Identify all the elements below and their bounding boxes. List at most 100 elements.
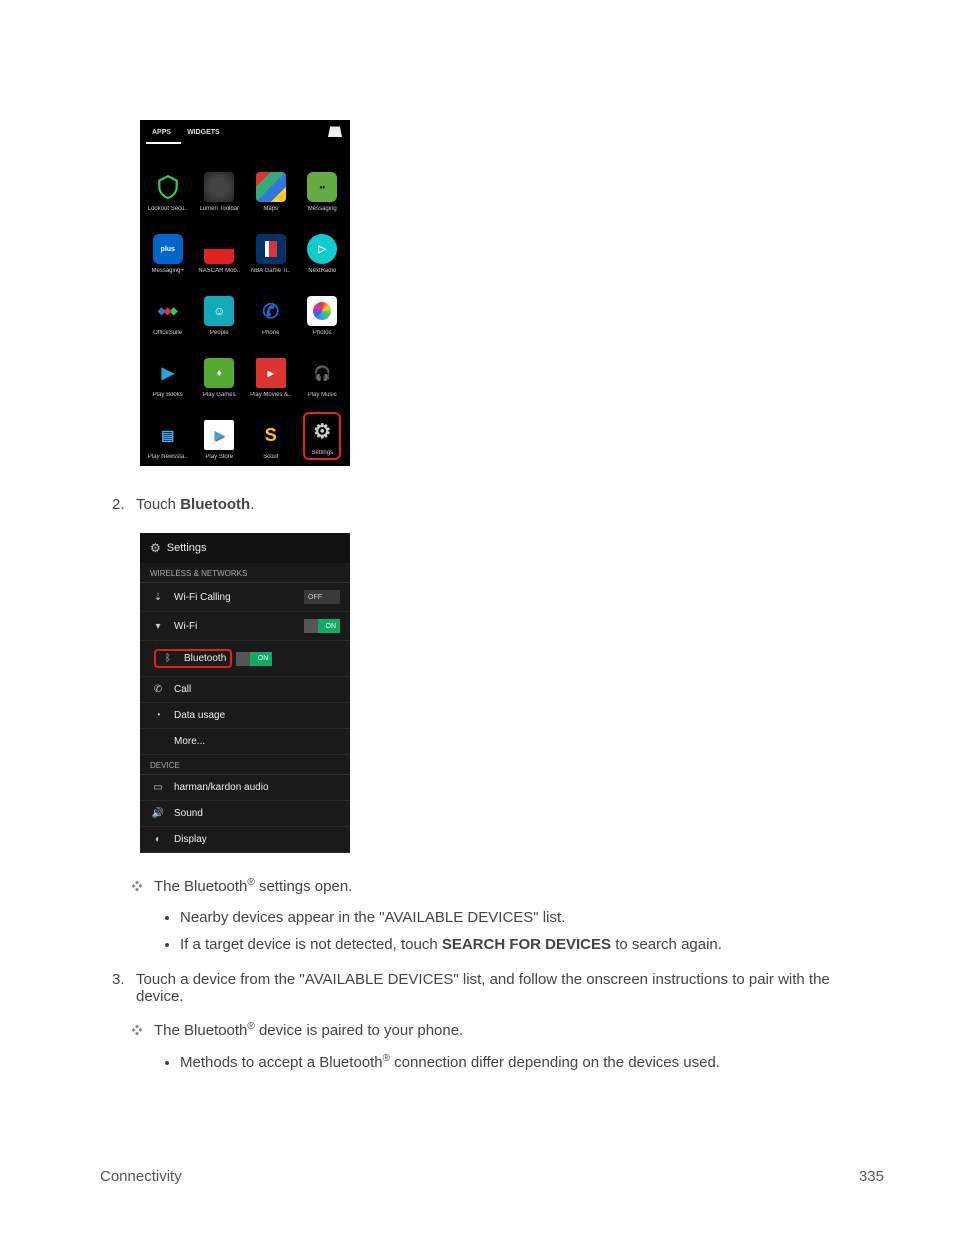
toggle-wi-fi-calling[interactable]: OFF [304, 590, 340, 604]
playmusic-icon [307, 358, 337, 388]
settings-row-more-[interactable]: More... [140, 729, 350, 755]
playmovies-icon [256, 358, 286, 388]
app-lookout-secu-[interactable]: Lookout Secu.. [142, 150, 194, 212]
row-label: Call [174, 684, 340, 695]
step-3-text: Touch a device from the "AVAILABLE DEVIC… [136, 971, 880, 1005]
lumen-icon [204, 172, 234, 202]
settings-screenshot: ⚙ Settings WIRELESS & NETWORKS ⇣Wi-Fi Ca… [140, 533, 350, 853]
app-play-books[interactable]: Play Books [142, 336, 194, 398]
playgames-icon [204, 358, 234, 388]
play-store-bag-icon[interactable] [328, 123, 342, 137]
result-2: The Bluetooth® device is paired to your … [130, 1021, 880, 1041]
nascar-icon [204, 234, 234, 264]
messaging-icon [307, 172, 337, 202]
step-2-text-post: . [250, 496, 254, 513]
step-3: 3. Touch a device from the "AVAILABLE DE… [112, 971, 880, 1005]
app-photos[interactable]: Photos [297, 274, 349, 336]
app-label: Play Newssta.. [148, 454, 188, 460]
hk-icon: ▭ [150, 782, 166, 793]
bt-icon: ᛒ [160, 653, 176, 664]
playstore-icon [204, 420, 234, 450]
ph-icon: ✆ [150, 684, 166, 695]
gear-icon: ⚙ [150, 541, 161, 555]
diamond-bullet-icon [130, 1023, 148, 1041]
row-label: Wi-Fi Calling [174, 592, 304, 603]
step-2-text-pre: Touch [136, 496, 180, 513]
row-label: Wi-Fi [174, 621, 304, 632]
app-label: Play Store [205, 454, 233, 460]
app-play-movies-[interactable]: Play Movies &.. [245, 336, 297, 398]
settings-row-harman-kardon-audio[interactable]: ▭ harman/kardon audio [140, 775, 350, 801]
row-label: harman/kardon audio [174, 782, 340, 793]
app-officesuite[interactable]: OfficeSuite [142, 274, 194, 336]
photos-icon [307, 296, 337, 326]
messagingplus-icon: plus [153, 234, 183, 264]
app-settings[interactable]: ⚙ Settings [297, 398, 349, 460]
step-2: 2. Touch Bluetooth. [112, 496, 880, 513]
result-1: The Bluetooth® settings open. [130, 877, 880, 897]
row-label: Sound [174, 808, 340, 819]
playbooks-icon [153, 358, 183, 388]
app-nba-game-ti-[interactable]: NBA Game Ti.. [245, 212, 297, 274]
sub-bullet-1b: If a target device is not detected, touc… [180, 936, 880, 953]
toggle-bluetooth[interactable]: ON [236, 652, 272, 666]
app-nextradio[interactable]: NextRadio [297, 212, 349, 274]
sub-bullet-1a: Nearby devices appear in the "AVAILABLE … [180, 909, 880, 926]
row-label: Data usage [174, 710, 340, 721]
tab-widgets[interactable]: WIDGETS [181, 125, 230, 144]
page-number: 335 [859, 1168, 884, 1185]
settings-row-wi-fi[interactable]: ▾ Wi-FiON [140, 612, 350, 641]
footer-section: Connectivity [100, 1168, 182, 1185]
page-footer: Connectivity 335 [100, 1168, 884, 1185]
row-label: More... [174, 736, 340, 747]
app-label: Settings [311, 450, 333, 456]
app-people[interactable]: People [194, 274, 246, 336]
registered-mark: ® [247, 877, 254, 888]
diamond-bullet-icon [130, 879, 148, 897]
app-messaging[interactable]: Messaging [297, 150, 349, 212]
result-2-pre: The Bluetooth [154, 1022, 247, 1039]
settings-title: Settings [167, 542, 207, 554]
nextradio-icon [307, 234, 337, 264]
section-device: DEVICE [140, 755, 350, 775]
app-label: Scout [263, 454, 278, 460]
settings-row-bluetooth[interactable]: ᛒ Bluetooth ON [140, 641, 350, 677]
app-play-games[interactable]: Play Games [194, 336, 246, 398]
tab-apps[interactable]: APPS [146, 125, 181, 144]
maps-icon [256, 172, 286, 202]
app-messaging-[interactable]: plusMessaging+ [142, 212, 194, 274]
apps-screenshot: APPS WIDGETS Lookout Secu..Lumen Toolbar… [140, 120, 350, 466]
toggle-wi-fi[interactable]: ON [304, 619, 340, 633]
sd-icon: 🔊 [150, 808, 166, 819]
step-2-bold: Bluetooth [180, 496, 250, 513]
app-play-newssta-[interactable]: Play Newssta.. [142, 398, 194, 460]
settings-row-call[interactable]: ✆ Call [140, 677, 350, 703]
app-lumen-toolbar[interactable]: Lumen Toolbar [194, 150, 246, 212]
app-scout[interactable]: SScout [245, 398, 297, 460]
row-label: Bluetooth [184, 653, 226, 664]
apps-header: APPS WIDGETS [140, 120, 350, 144]
section-wireless: WIRELESS & NETWORKS [140, 563, 350, 583]
settings-row-data-usage[interactable]: ◔Data usage [140, 703, 350, 729]
settings-icon: ⚙ [307, 416, 337, 446]
settings-row-sound[interactable]: 🔊 Sound [140, 801, 350, 827]
result-2-post: device is paired to your phone. [255, 1022, 463, 1039]
people-icon [204, 296, 234, 326]
wf-icon: ▾ [150, 621, 166, 632]
app-play-store[interactable]: Play Store [194, 398, 246, 460]
nba-icon [256, 234, 286, 264]
result-1-post: settings open. [255, 878, 353, 895]
app-phone[interactable]: ✆Phone [245, 274, 297, 336]
office-icon [153, 296, 183, 326]
app-nascar-mob-[interactable]: NASCAR Mob.. [194, 212, 246, 274]
result-1-pre: The Bluetooth [154, 878, 247, 895]
app-maps[interactable]: Maps [245, 150, 297, 212]
app-play-music[interactable]: Play Music [297, 336, 349, 398]
settings-title-bar: ⚙ Settings [140, 533, 350, 563]
registered-mark: ® [247, 1021, 254, 1032]
settings-row-display[interactable]: ◐Display [140, 827, 350, 853]
step-number: 2. [112, 496, 136, 513]
lookout-icon [153, 172, 183, 202]
settings-row-wi-fi-calling[interactable]: ⇣Wi-Fi CallingOFF [140, 583, 350, 612]
step-number: 3. [112, 971, 136, 1005]
